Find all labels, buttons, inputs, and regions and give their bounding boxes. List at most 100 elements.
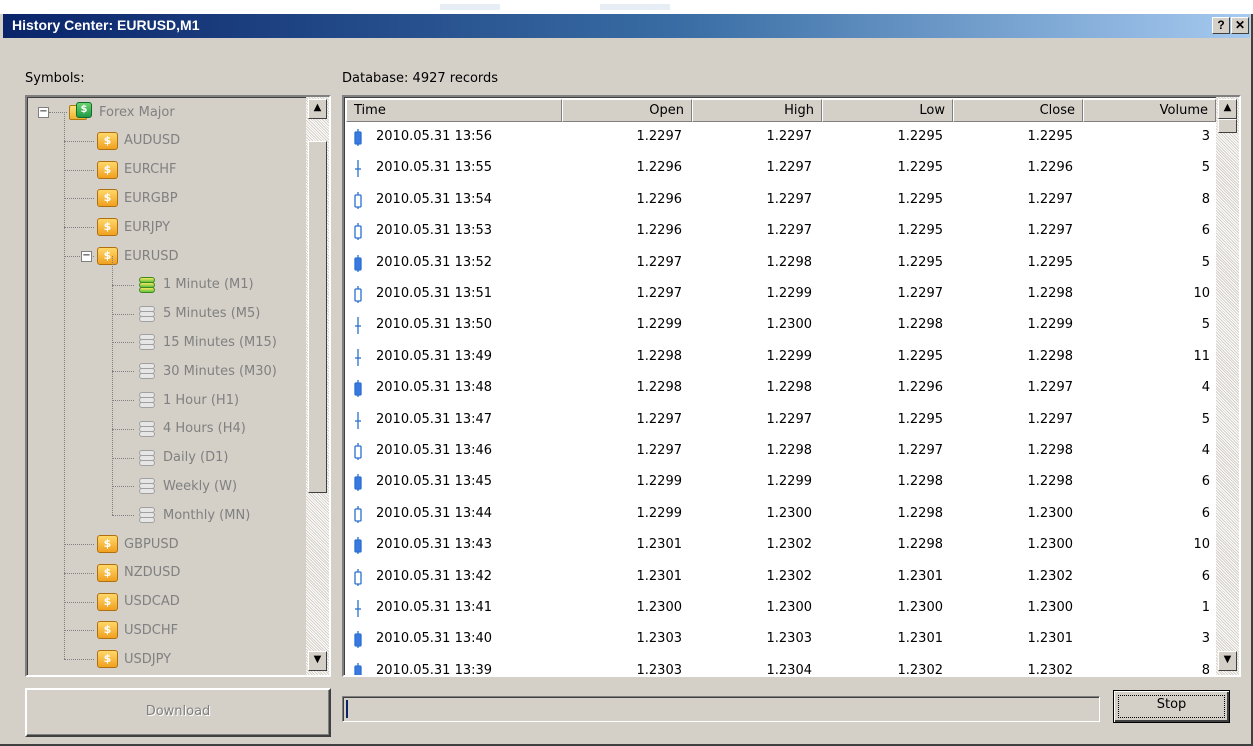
tree-item-nzdusd[interactable]: $ NZDUSD <box>97 561 180 585</box>
table-row[interactable]: 2010.05.31 13:39 1.2303 1.2304 1.2302 1.2302… <box>346 656 1216 675</box>
cell-volume: 3 <box>1201 129 1210 144</box>
tree-node-label: 1 Minute (M1) <box>163 277 254 293</box>
cell-open: 1.2297 <box>636 286 683 301</box>
tree-node-label: USDCAD <box>124 594 180 610</box>
tree-connector <box>64 198 94 200</box>
cell-time: 2010.05.31 13:41 <box>376 600 493 615</box>
table-row[interactable]: 2010.05.31 13:41 1.2300 1.2300 1.2300 1.2300… <box>346 593 1216 624</box>
history-table[interactable]: Time Open High Low Close Volume 2010.05.… <box>342 95 1241 677</box>
cell-low: 1.2295 <box>897 411 944 427</box>
tree-timeframe-30-minutes-m30[interactable]: 30 Minutes (M30) <box>137 359 277 383</box>
tree-item-eurusd[interactable]: $ EURUSD <box>97 244 179 268</box>
table-row[interactable]: 2010.05.31 13:55 1.2296 1.2297 1.2295 1.2296… <box>346 153 1216 184</box>
table-row[interactable]: 2010.05.31 13:51 1.2297 1.2299 1.2297 1.2298… <box>346 279 1216 310</box>
cell-high: 1.2297 <box>766 223 813 239</box>
tree-node-label: EURGBP <box>124 190 178 206</box>
tree-item-usdchf[interactable]: $ USDCHF <box>97 618 178 642</box>
cell-volume: 10 <box>1193 537 1210 553</box>
dollar-icon: $ <box>97 131 118 150</box>
cell-time: 2010.05.31 13:42 <box>376 568 493 584</box>
tree-item-eurchf[interactable]: $ EURCHF <box>97 158 176 182</box>
table-row[interactable]: 2010.05.31 13:50 1.2299 1.2300 1.2298 1.2299… <box>346 310 1216 341</box>
dollar-icon: $ <box>97 160 118 179</box>
tree-item-eurgbp[interactable]: $ EURGBP <box>97 186 178 210</box>
table-row[interactable]: 2010.05.31 13:52 1.2297 1.2298 1.2295 1.2295… <box>346 248 1216 279</box>
tree-timeframe-4-hours-h4[interactable]: 4 Hours (H4) <box>137 417 246 441</box>
symbols-label: Symbols: <box>25 71 85 86</box>
database-icon <box>137 476 157 496</box>
download-button[interactable]: Download <box>25 688 331 737</box>
tree-item-usdjpy[interactable]: $ USDJPY <box>97 647 171 671</box>
table-row[interactable]: 2010.05.31 13:45 1.2299 1.2299 1.2298 1.2298… <box>346 467 1216 498</box>
table-scroll-down-button[interactable]: ▼ <box>1218 651 1237 671</box>
table-row[interactable]: 2010.05.31 13:44 1.2299 1.2300 1.2298 1.2300… <box>346 499 1216 530</box>
table-body: 2010.05.31 13:56 1.2297 1.2297 1.2295 1.2295… <box>346 122 1216 675</box>
tree-timeframe-1-hour-h1[interactable]: 1 Hour (H1) <box>137 388 239 412</box>
column-header-high[interactable]: High <box>692 99 822 122</box>
cell-high: 1.2299 <box>766 286 813 301</box>
table-row[interactable]: 2010.05.31 13:54 1.2296 1.2297 1.2295 1.2297… <box>346 185 1216 216</box>
candle-bear-icon <box>354 380 362 398</box>
cell-low: 1.2301 <box>897 568 944 584</box>
candle-doji-icon <box>355 160 361 178</box>
tree-timeframe-15-minutes-m15[interactable]: 15 Minutes (M15) <box>137 330 277 354</box>
table-row[interactable]: 2010.05.31 13:42 1.2301 1.2302 1.2301 1.2302… <box>346 562 1216 593</box>
database-icon <box>137 332 157 352</box>
close-button[interactable]: ✕ <box>1231 17 1249 34</box>
column-header-open[interactable]: Open <box>562 99 692 122</box>
table-row[interactable]: 2010.05.31 13:48 1.2298 1.2298 1.2296 1.2297… <box>346 373 1216 404</box>
table-scrollbar[interactable]: ▲ ▼ <box>1216 97 1239 675</box>
cell-open: 1.2303 <box>636 631 683 647</box>
tree-timeframe-monthly-mn[interactable]: Monthly (MN) <box>137 503 250 527</box>
table-row[interactable]: 2010.05.31 13:47 1.2297 1.2297 1.2295 1.2297… <box>346 405 1216 436</box>
stop-button[interactable]: Stop <box>1113 690 1230 723</box>
tree-timeframe-5-minutes-m5[interactable]: 5 Minutes (M5) <box>137 302 260 326</box>
table-row[interactable]: 2010.05.31 13:49 1.2298 1.2299 1.2295 1.2298… <box>346 342 1216 373</box>
tree-item-audusd[interactable]: $ AUDUSD <box>97 129 180 153</box>
cell-open: 1.2297 <box>636 411 683 427</box>
candle-bull-icon <box>354 443 362 460</box>
collapse-icon[interactable]: − <box>38 107 49 118</box>
help-button[interactable]: ? <box>1212 17 1230 34</box>
tree-item-usdcad[interactable]: $ USDCAD <box>97 590 180 614</box>
column-header-close[interactable]: Close <box>953 99 1083 122</box>
tree-timeframe-weekly-w[interactable]: Weekly (W) <box>137 474 237 498</box>
cell-high: 1.2297 <box>766 160 813 176</box>
tree-scroll-down-button[interactable]: ▼ <box>308 651 327 671</box>
tree-node-label: Daily (D1) <box>163 450 229 466</box>
tree-item-eurjpy[interactable]: $ EURJPY <box>97 215 170 239</box>
cell-close: 1.2297 <box>1027 411 1074 427</box>
tree-scroll-up-button[interactable]: ▲ <box>308 99 327 119</box>
candle-bear-icon <box>354 537 362 555</box>
tree-group-forex-major[interactable]: $ Forex Major <box>69 100 175 124</box>
column-header-time[interactable]: Time <box>346 99 562 122</box>
cell-volume: 5 <box>1201 160 1210 176</box>
tree-connector <box>64 169 94 171</box>
cell-high: 1.2303 <box>766 631 813 647</box>
tree-connector <box>64 227 94 229</box>
table-row[interactable]: 2010.05.31 13:53 1.2296 1.2297 1.2295 1.2297… <box>346 216 1216 247</box>
collapse-icon[interactable]: − <box>81 251 92 262</box>
column-header-volume[interactable]: Volume <box>1083 99 1216 122</box>
symbols-tree[interactable]: − $ Forex Major $ AUDUSD $ EURCHF $ EURGBP $ EURJP… <box>25 95 331 677</box>
cell-high: 1.2299 <box>766 348 813 364</box>
table-scroll-up-button[interactable]: ▲ <box>1218 99 1237 119</box>
cell-high: 1.2300 <box>766 600 813 615</box>
table-row[interactable]: 2010.05.31 13:43 1.2301 1.2302 1.2298 1.2300… <box>346 530 1216 561</box>
title-bar[interactable]: History Center: EURUSD,M1 ? ✕ <box>3 14 1250 38</box>
tree-timeframe-1-minute-m1[interactable]: 1 Minute (M1) <box>137 273 254 297</box>
table-row[interactable]: 2010.05.31 13:46 1.2297 1.2298 1.2297 1.2298… <box>346 436 1216 467</box>
candle-bull-icon <box>354 286 362 303</box>
candle-bull-icon <box>354 191 362 209</box>
tree-scrollbar[interactable]: ▲ ▼ <box>306 97 329 675</box>
tree-scroll-thumb[interactable] <box>308 141 327 493</box>
table-row[interactable]: 2010.05.31 13:40 1.2303 1.2303 1.2301 1.2301… <box>346 624 1216 655</box>
dollar-icon: $ <box>97 621 118 640</box>
tree-timeframe-daily-d1[interactable]: Daily (D1) <box>137 446 228 470</box>
cell-time: 2010.05.31 13:50 <box>376 317 493 333</box>
tree-item-gbpusd[interactable]: $ GBPUSD <box>97 532 179 556</box>
database-icon <box>137 275 157 295</box>
table-row[interactable]: 2010.05.31 13:56 1.2297 1.2297 1.2295 1.2295… <box>346 122 1216 153</box>
column-header-low[interactable]: Low <box>822 99 953 122</box>
table-scroll-thumb[interactable] <box>1218 119 1237 133</box>
